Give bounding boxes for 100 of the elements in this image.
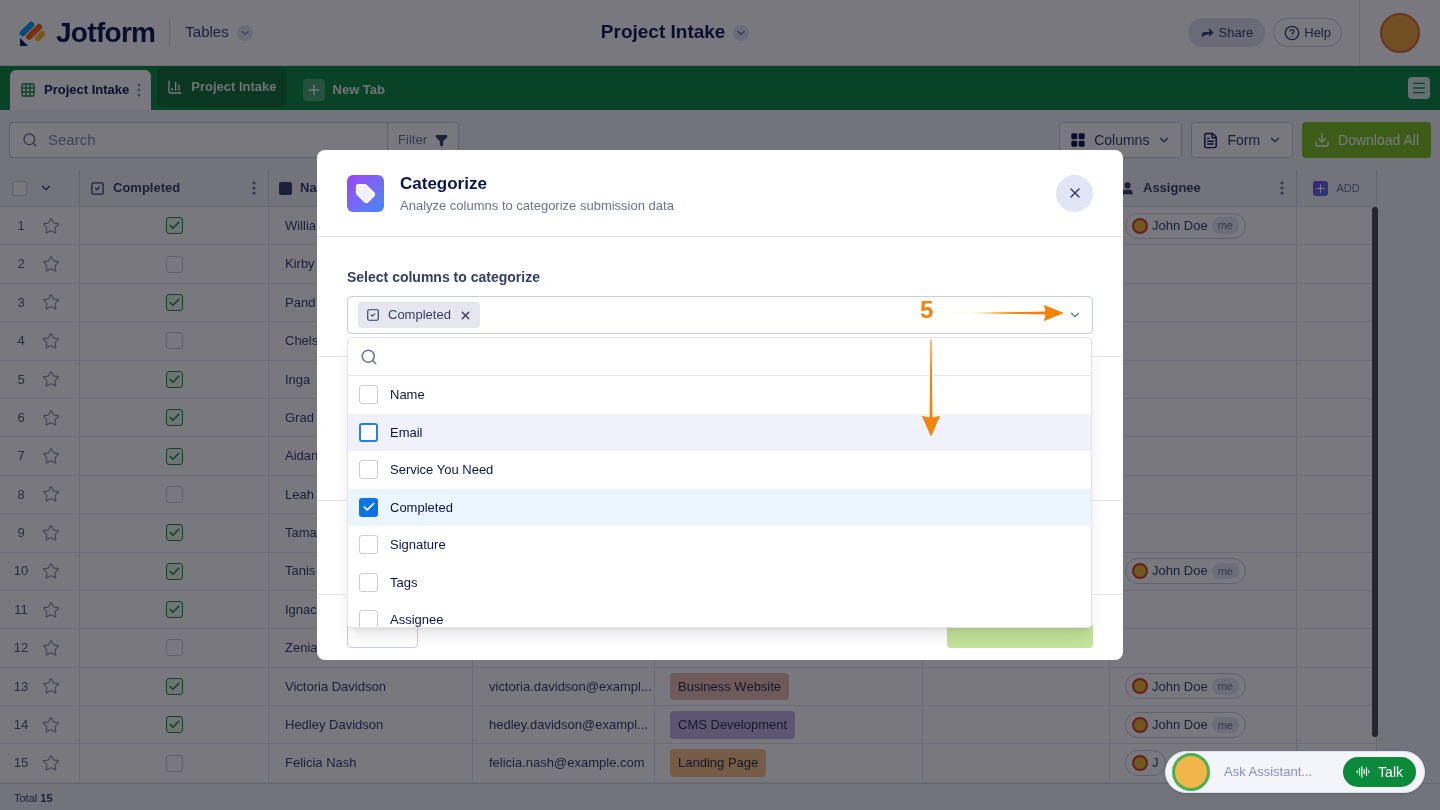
column-header[interactable]: Na: [300, 178, 317, 198]
checkbox[interactable]: [165, 754, 183, 772]
checkbox[interactable]: [165, 677, 183, 695]
dropdown-option[interactable]: Signature: [348, 526, 1091, 564]
column-header[interactable]: Assignee: [1143, 178, 1272, 198]
dropdown-option[interactable]: Tags: [348, 563, 1091, 601]
person-icon: [1120, 180, 1135, 196]
row-number: 10: [12, 562, 30, 581]
star-icon[interactable]: [42, 293, 60, 312]
dropdown-option[interactable]: Completed: [348, 488, 1091, 526]
check-icon: [167, 372, 181, 386]
menu-button[interactable]: [1408, 77, 1430, 99]
form-title[interactable]: Project Intake: [600, 18, 750, 47]
option-checkbox[interactable]: [359, 572, 378, 592]
row-number: 6: [16, 408, 26, 427]
option-label: Assignee: [390, 611, 444, 627]
assignee-name: John Doe: [1152, 216, 1208, 235]
funnel-icon: [435, 133, 448, 147]
star-icon[interactable]: [42, 485, 60, 504]
star-icon[interactable]: [42, 408, 60, 427]
service-tag: Landing Page: [670, 749, 767, 777]
tab[interactable]: Project Intake: [157, 67, 287, 107]
total-count: Total 15: [14, 791, 53, 807]
audio-icon: [1356, 765, 1371, 779]
star-icon[interactable]: [42, 523, 60, 542]
dropdown-option[interactable]: Email: [348, 413, 1091, 451]
checkbox-column-icon: [90, 180, 105, 196]
add-column-button[interactable]: ADD: [1297, 170, 1377, 207]
star-icon[interactable]: [42, 216, 60, 235]
option-checkbox[interactable]: [359, 422, 378, 442]
option-checkbox[interactable]: [359, 497, 378, 517]
close-button[interactable]: [1056, 174, 1093, 212]
more-icon[interactable]: [137, 83, 142, 97]
more-icon[interactable]: [1280, 181, 1284, 195]
table-cell: Hedley Davidson: [269, 706, 473, 745]
checkbox[interactable]: [165, 217, 183, 235]
tab[interactable]: Project Intake: [10, 70, 152, 110]
checkbox[interactable]: [165, 716, 183, 734]
avatar-icon: [1132, 755, 1148, 772]
star-icon[interactable]: [42, 715, 60, 734]
star-icon[interactable]: [42, 370, 60, 389]
checkbox[interactable]: [165, 562, 183, 580]
select-all-checkbox[interactable]: [12, 180, 27, 196]
categorize-icon: [347, 174, 384, 212]
star-icon[interactable]: [42, 754, 60, 773]
checkbox[interactable]: [165, 524, 183, 542]
star-icon[interactable]: [42, 447, 60, 466]
checkbox[interactable]: [165, 409, 183, 427]
table-cell: Felicia Nash: [269, 744, 473, 783]
checkbox[interactable]: [165, 370, 183, 388]
tab[interactable]: New Tab: [292, 70, 396, 110]
checkbox[interactable]: [165, 485, 183, 503]
row-number: 15: [12, 754, 30, 773]
check-icon: [167, 449, 181, 463]
star-icon[interactable]: [42, 255, 60, 274]
checkbox[interactable]: [165, 332, 183, 350]
star-icon[interactable]: [42, 600, 60, 619]
checkbox[interactable]: [165, 447, 183, 465]
download-icon: [1314, 132, 1331, 148]
chevron-icon: [733, 24, 750, 41]
row-number: 3: [16, 293, 26, 312]
row-number: 13: [12, 677, 30, 696]
user-avatar[interactable]: [1380, 12, 1420, 53]
assistant-bar[interactable]: Ask Assistant... Talk: [1165, 751, 1425, 793]
checkbox[interactable]: [165, 639, 183, 657]
form-button[interactable]: Form: [1191, 122, 1294, 158]
tables-menu[interactable]: Tables: [185, 21, 253, 44]
checkbox[interactable]: [165, 255, 183, 273]
option-checkbox[interactable]: [359, 460, 378, 480]
column-header[interactable]: Completed: [113, 178, 244, 198]
service-tag: Business Website: [670, 672, 790, 701]
assistant-prompt: Ask Assistant...: [1224, 763, 1314, 782]
checkbox[interactable]: [165, 601, 183, 619]
star-icon[interactable]: [42, 677, 60, 696]
menu-icon: [1411, 80, 1427, 96]
option-checkbox[interactable]: [359, 385, 378, 405]
row-number: 9: [16, 524, 26, 543]
talk-button[interactable]: Talk: [1343, 757, 1416, 787]
star-icon[interactable]: [42, 562, 60, 581]
dropdown-option[interactable]: Assignee: [348, 601, 1091, 627]
logo-text: Jotform: [56, 15, 156, 50]
option-checkbox[interactable]: [359, 535, 378, 555]
share-button[interactable]: Share: [1187, 18, 1266, 47]
dropdown-option[interactable]: Service You Need: [348, 451, 1091, 489]
avatar-icon: [1132, 217, 1148, 234]
help-icon: [1284, 24, 1301, 41]
checkbox[interactable]: [165, 293, 183, 311]
assignee-name: John Doe: [1152, 716, 1208, 734]
scrollbar[interactable]: [1372, 207, 1378, 737]
service-tag: CMS Development: [670, 711, 796, 739]
more-icon[interactable]: [252, 181, 256, 195]
star-icon[interactable]: [42, 639, 60, 657]
assignee-name: John Doe: [1152, 677, 1208, 696]
search-icon: [360, 347, 378, 366]
option-checkbox[interactable]: [359, 610, 378, 627]
check-icon: [167, 564, 181, 578]
option-label: Completed: [390, 498, 453, 517]
dropdown-option[interactable]: Name: [348, 376, 1091, 414]
star-icon[interactable]: [42, 331, 60, 350]
checkbox-column-icon: [366, 308, 380, 322]
